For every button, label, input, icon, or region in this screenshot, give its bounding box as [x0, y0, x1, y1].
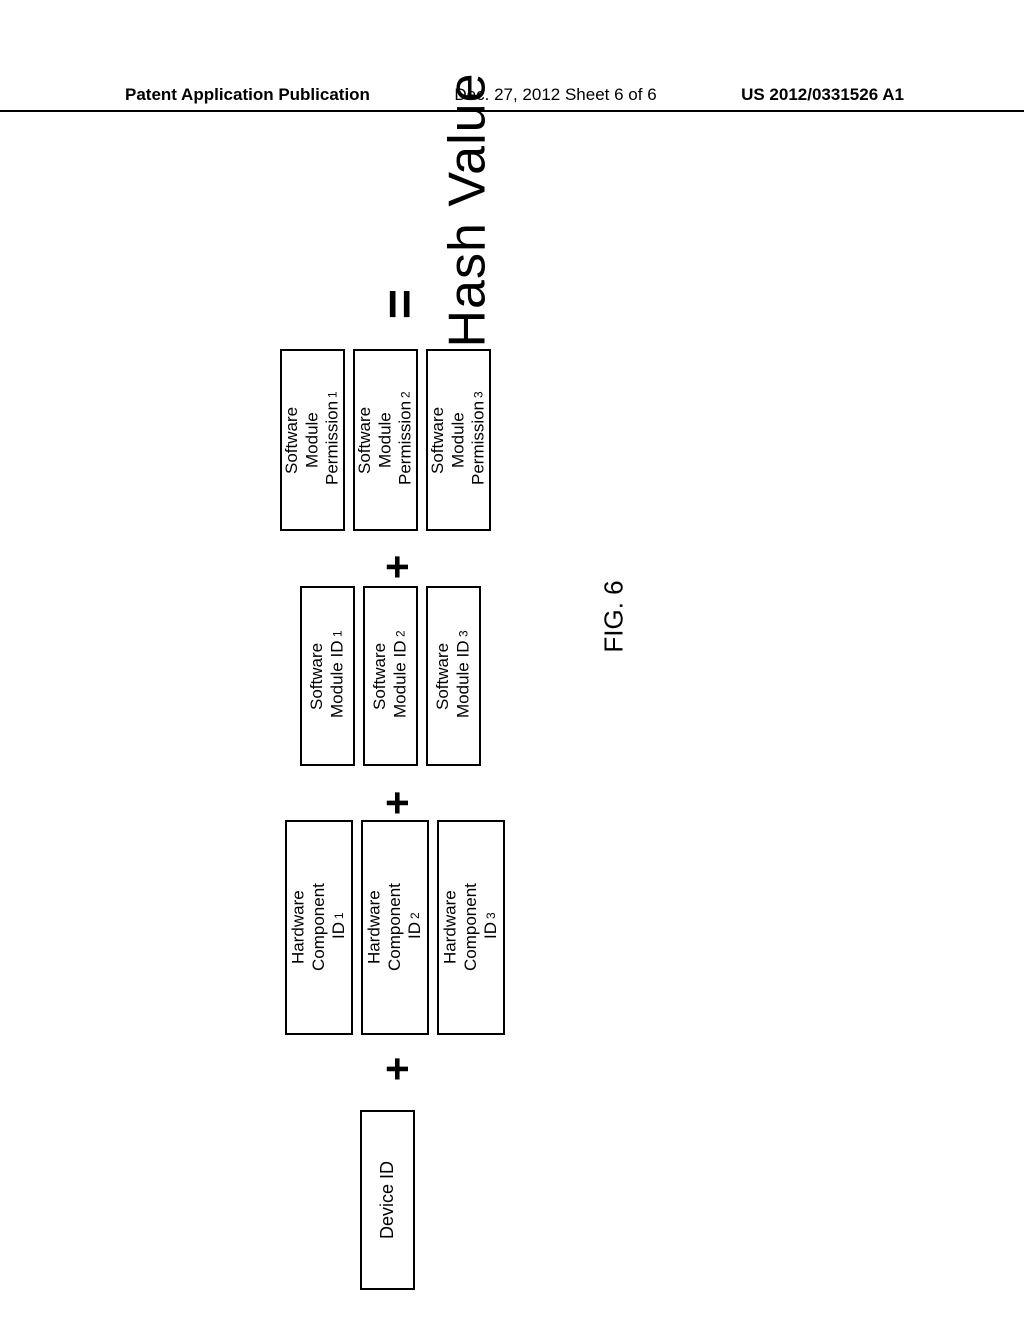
perm1-l2: Module	[302, 412, 321, 468]
hw2-l3: ID	[405, 922, 424, 939]
mod3-l1: Software	[433, 642, 452, 709]
mod3-l2: Module ID	[454, 641, 473, 718]
hardware-box-2: Hardware Component ID 2	[361, 820, 429, 1035]
module-box-3: Software Module ID 3	[426, 586, 481, 766]
header-left-text: Patent Application Publication	[125, 85, 370, 105]
permission-box-2: Software Module Permission 2	[353, 349, 418, 531]
page-header: Patent Application Publication Dec. 27, …	[0, 85, 1024, 112]
module-box-2: Software Module ID 2	[363, 586, 418, 766]
hash-value-label: Hash Value	[437, 73, 497, 348]
permissions-group: Software Module Permission 1 Software Mod…	[280, 349, 491, 531]
hw3-l3: ID	[481, 922, 500, 939]
perm3-sub: 3	[472, 391, 486, 398]
permission-box-1: Software Module Permission 1	[280, 349, 345, 531]
device-id-box: Device ID	[360, 1110, 415, 1290]
perm3-l2: Module	[448, 412, 467, 468]
hw3-l2: Component	[461, 884, 480, 972]
hw1-l1: Hardware	[288, 891, 307, 965]
perm1-l1: Software	[282, 406, 301, 473]
mod1-sub: 1	[331, 630, 345, 637]
perm2-sub: 2	[399, 391, 413, 398]
plus-operator-2: +	[373, 791, 421, 816]
hardware-group: Hardware Component ID 1 Hardware Componen…	[285, 820, 505, 1035]
perm2-l1: Software	[355, 406, 374, 473]
hw1-sub: 1	[332, 912, 346, 919]
permission-box-3: Software Module Permission 3	[426, 349, 491, 531]
hw2-l2: Component	[385, 884, 404, 972]
hw1-l2: Component	[309, 884, 328, 972]
header-right-text: US 2012/0331526 A1	[741, 85, 904, 105]
plus-operator-3: +	[373, 1057, 421, 1082]
perm2-l3: Permission	[396, 401, 415, 485]
mod1-l2: Module ID	[328, 641, 347, 718]
perm1-l3: Permission	[323, 401, 342, 485]
mod2-sub: 2	[394, 630, 408, 637]
hw2-sub: 2	[408, 912, 422, 919]
perm3-l3: Permission	[469, 401, 488, 485]
mod3-sub: 3	[457, 630, 471, 637]
modules-group: Software Module ID1 Software Module ID2 …	[300, 586, 481, 766]
perm2-l2: Module	[375, 412, 394, 468]
hw1-l3: ID	[329, 922, 348, 939]
hw2-l1: Hardware	[364, 891, 383, 965]
figure-label: FIG. 6	[599, 580, 630, 652]
mod2-l1: Software	[370, 642, 389, 709]
hardware-box-1: Hardware Component ID 1	[285, 820, 353, 1035]
equals-operator: =	[370, 289, 430, 319]
mod2-l2: Module ID	[391, 641, 410, 718]
module-box-1: Software Module ID 1	[300, 586, 355, 766]
perm3-l1: Software	[428, 406, 447, 473]
hw3-sub: 3	[484, 912, 498, 919]
hardware-box-3: Hardware Component ID 3	[437, 820, 505, 1035]
perm1-sub: 1	[326, 391, 340, 398]
hw3-l1: Hardware	[440, 891, 459, 965]
mod1-l1: Software	[307, 642, 326, 709]
hash-diagram: Hash Value = Software Module Permission1…	[280, 140, 500, 1200]
plus-operator-1: +	[373, 555, 421, 580]
